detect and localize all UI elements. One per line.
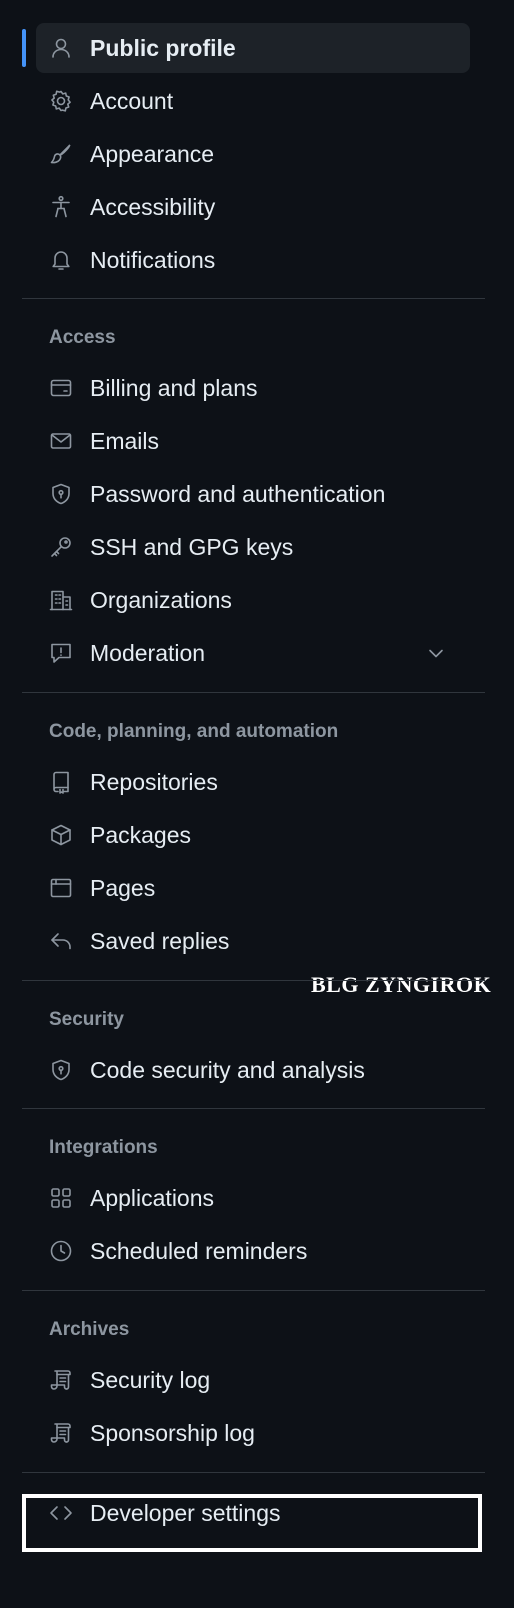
sidebar-item-billing[interactable]: Billing and plans: [36, 363, 470, 413]
section-divider: [22, 1290, 485, 1291]
sidebar-item-organizations[interactable]: Organizations: [36, 575, 470, 625]
report-icon: [49, 641, 73, 665]
bell-icon: [49, 248, 73, 272]
sidebar-item-label: Billing and plans: [90, 375, 258, 401]
sidebar-item-pages[interactable]: Pages: [36, 863, 470, 913]
sidebar-item-label: Code security and analysis: [90, 1057, 365, 1083]
section-divider: [22, 692, 485, 693]
sidebar-item-accessibility[interactable]: Accessibility: [36, 182, 470, 232]
section-heading-security: Security: [49, 1009, 124, 1030]
sidebar-item-label: Packages: [90, 822, 192, 848]
organization-icon: [49, 588, 73, 612]
sidebar-item-password-authentication[interactable]: Password and authentication: [36, 469, 470, 519]
highlight-box: [22, 1494, 482, 1552]
active-indicator: [22, 29, 26, 67]
sidebar-item-security-log[interactable]: Security log: [36, 1355, 470, 1405]
person-icon: [49, 36, 73, 60]
log-icon: [49, 1368, 73, 1392]
sidebar-item-moderation[interactable]: Moderation: [36, 628, 470, 678]
sidebar-item-label: Moderation: [90, 640, 206, 666]
sidebar-item-saved-replies[interactable]: Saved replies: [36, 916, 470, 966]
sidebar-item-label: Appearance: [90, 141, 215, 167]
sidebar-item-ssh-gpg-keys[interactable]: SSH and GPG keys: [36, 522, 470, 572]
log-icon: [49, 1421, 73, 1445]
sidebar-item-appearance[interactable]: Appearance: [36, 129, 470, 179]
reply-icon: [49, 929, 73, 953]
sidebar-item-label: Sponsorship log: [90, 1420, 255, 1446]
section-heading-archives: Archives: [49, 1319, 130, 1340]
sidebar-item-label: Applications: [90, 1185, 215, 1211]
section-divider: [22, 1472, 485, 1473]
sidebar-item-label: SSH and GPG keys: [90, 534, 294, 560]
sidebar-item-public-profile[interactable]: Public profile: [36, 23, 470, 73]
sidebar-item-label: Scheduled reminders: [90, 1238, 308, 1264]
sidebar-item-label: Notifications: [90, 247, 216, 273]
sidebar-item-sponsorship-log[interactable]: Sponsorship log: [36, 1408, 470, 1458]
sidebar-item-label: Security log: [90, 1367, 211, 1393]
sidebar-item-label: Accessibility: [90, 194, 216, 220]
section-divider: [22, 298, 485, 299]
sidebar-item-label: Account: [90, 88, 174, 114]
repo-icon: [49, 770, 73, 794]
section-divider: [22, 980, 485, 981]
sidebar-item-label: Repositories: [90, 769, 218, 795]
browser-icon: [49, 876, 73, 900]
accessibility-icon: [49, 195, 73, 219]
sidebar-item-label: Pages: [90, 875, 156, 901]
sidebar-item-packages[interactable]: Packages: [36, 810, 470, 860]
sidebar-item-label: Password and authentication: [90, 481, 386, 507]
paintbrush-icon: [49, 142, 73, 166]
credit-card-icon: [49, 376, 73, 400]
sidebar-item-account[interactable]: Account: [36, 76, 470, 126]
watermark-text: BLG ZYNGIROK: [311, 972, 492, 997]
clock-icon: [49, 1239, 73, 1263]
key-icon: [49, 535, 73, 559]
sidebar-item-applications[interactable]: Applications: [36, 1173, 470, 1223]
package-icon: [49, 823, 73, 847]
sidebar-item-code-security-analysis[interactable]: Code security and analysis: [36, 1045, 470, 1095]
sidebar-item-label: Public profile: [90, 35, 236, 61]
shield-lock-icon: [49, 482, 73, 506]
chevron-down-icon[interactable]: [424, 641, 448, 665]
sidebar-item-label: Saved replies: [90, 928, 230, 954]
section-heading-access: Access: [49, 327, 116, 348]
gear-icon: [49, 89, 73, 113]
section-heading-integrations: Integrations: [49, 1137, 158, 1158]
sidebar-item-label: Emails: [90, 428, 160, 454]
section-divider: [22, 1108, 485, 1109]
shield-lock-icon: [49, 1058, 73, 1082]
sidebar-item-notifications[interactable]: Notifications: [36, 235, 470, 285]
mail-icon: [49, 429, 73, 453]
sidebar-item-label: Organizations: [90, 587, 232, 613]
section-heading-code-planning-automation: Code, planning, and automation: [49, 721, 339, 742]
sidebar-item-emails[interactable]: Emails: [36, 416, 470, 466]
sidebar-item-scheduled-reminders[interactable]: Scheduled reminders: [36, 1226, 470, 1276]
sidebar-item-repositories[interactable]: Repositories: [36, 757, 470, 807]
apps-icon: [49, 1186, 73, 1210]
